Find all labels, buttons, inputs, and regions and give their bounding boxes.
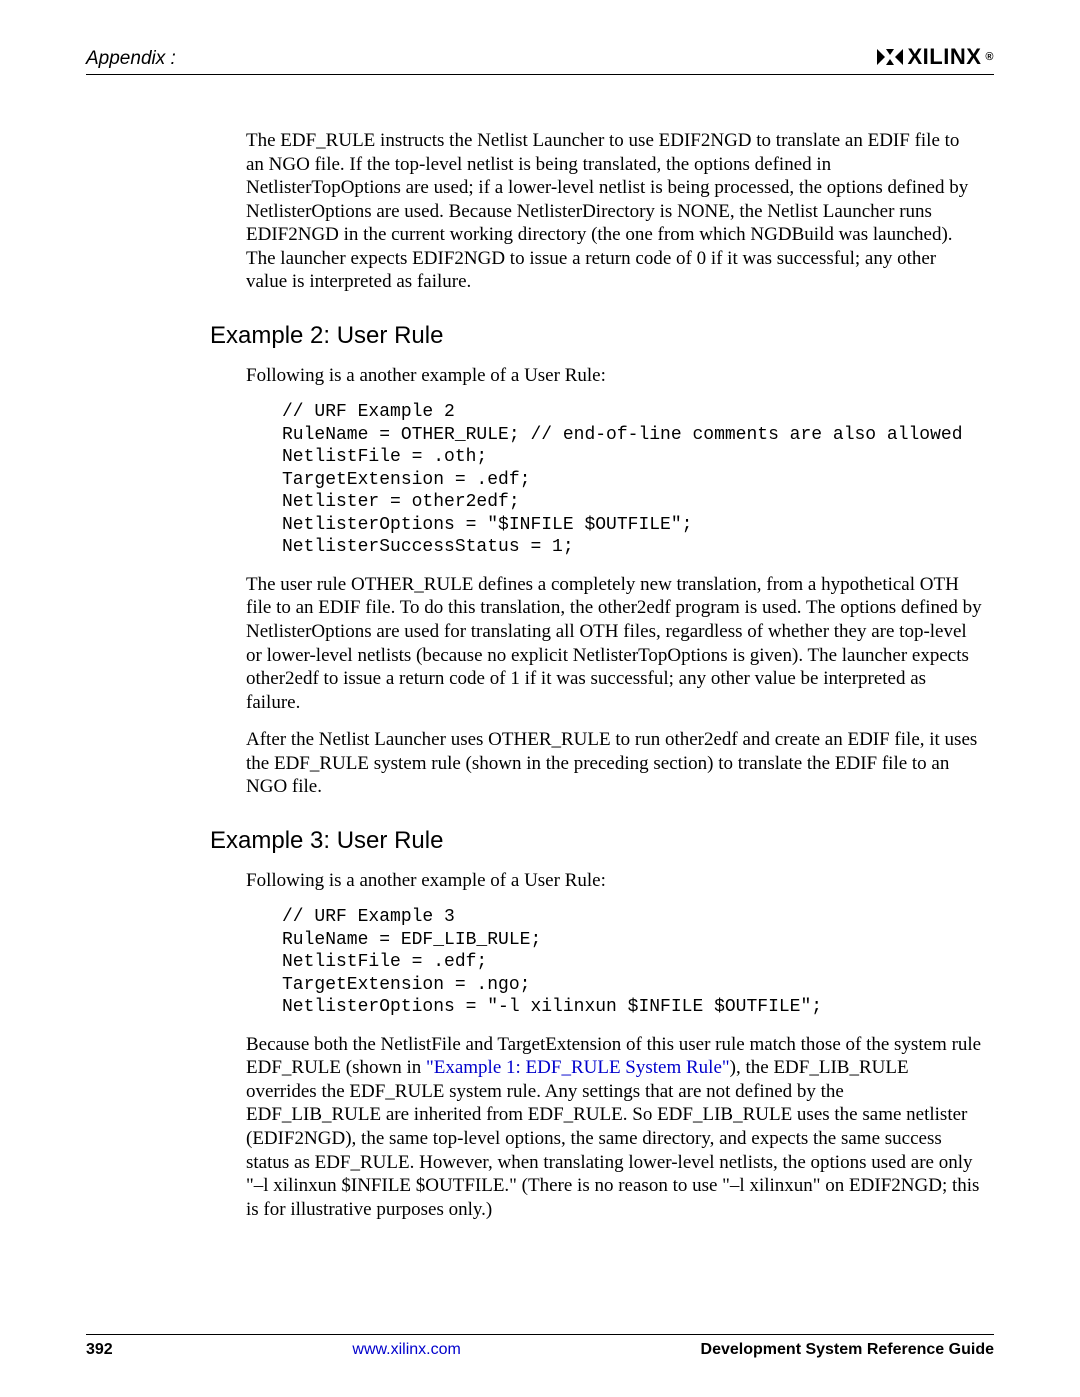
header-appendix-label: Appendix : <box>86 48 176 70</box>
paragraph-example-2-body: The user rule OTHER_RULE defines a compl… <box>246 573 982 714</box>
page: Appendix : XILINX ® The EDF_RULE instruc… <box>0 0 1080 1397</box>
paragraph-edf-rule-intro: The EDF_RULE instructs the Netlist Launc… <box>246 129 982 294</box>
page-footer: 392 www.xilinx.com Development System Re… <box>86 1334 994 1359</box>
paragraph-example-3-intro: Following is a another example of a User… <box>246 869 982 893</box>
page-number: 392 <box>86 1341 113 1359</box>
paragraph-example-3-body: Because both the NetlistFile and TargetE… <box>246 1033 982 1221</box>
paragraph-example-2-intro: Following is a another example of a User… <box>246 364 982 388</box>
heading-example-2: Example 2: User Rule <box>210 322 994 350</box>
registered-mark: ® <box>985 51 994 63</box>
paragraph-example-2-body-2: After the Netlist Launcher uses OTHER_RU… <box>246 728 982 799</box>
link-example-1-ref[interactable]: "Example 1: EDF_RULE System Rule" <box>426 1057 730 1078</box>
page-header: Appendix : XILINX ® <box>86 44 994 75</box>
xilinx-logo-icon <box>875 47 905 67</box>
brand-name: XILINX <box>907 44 981 70</box>
brand-logo: XILINX ® <box>875 44 994 70</box>
footer-url-link[interactable]: www.xilinx.com <box>352 1341 460 1359</box>
text-after-link: ), the EDF_LIB_RULE overrides the EDF_RU… <box>246 1057 979 1219</box>
code-block-example-3: // URF Example 3 RuleName = EDF_LIB_RULE… <box>282 906 982 1019</box>
heading-example-3: Example 3: User Rule <box>210 827 994 855</box>
footer-guide-title: Development System Reference Guide <box>701 1341 994 1359</box>
code-block-example-2: // URF Example 2 RuleName = OTHER_RULE; … <box>282 401 982 559</box>
